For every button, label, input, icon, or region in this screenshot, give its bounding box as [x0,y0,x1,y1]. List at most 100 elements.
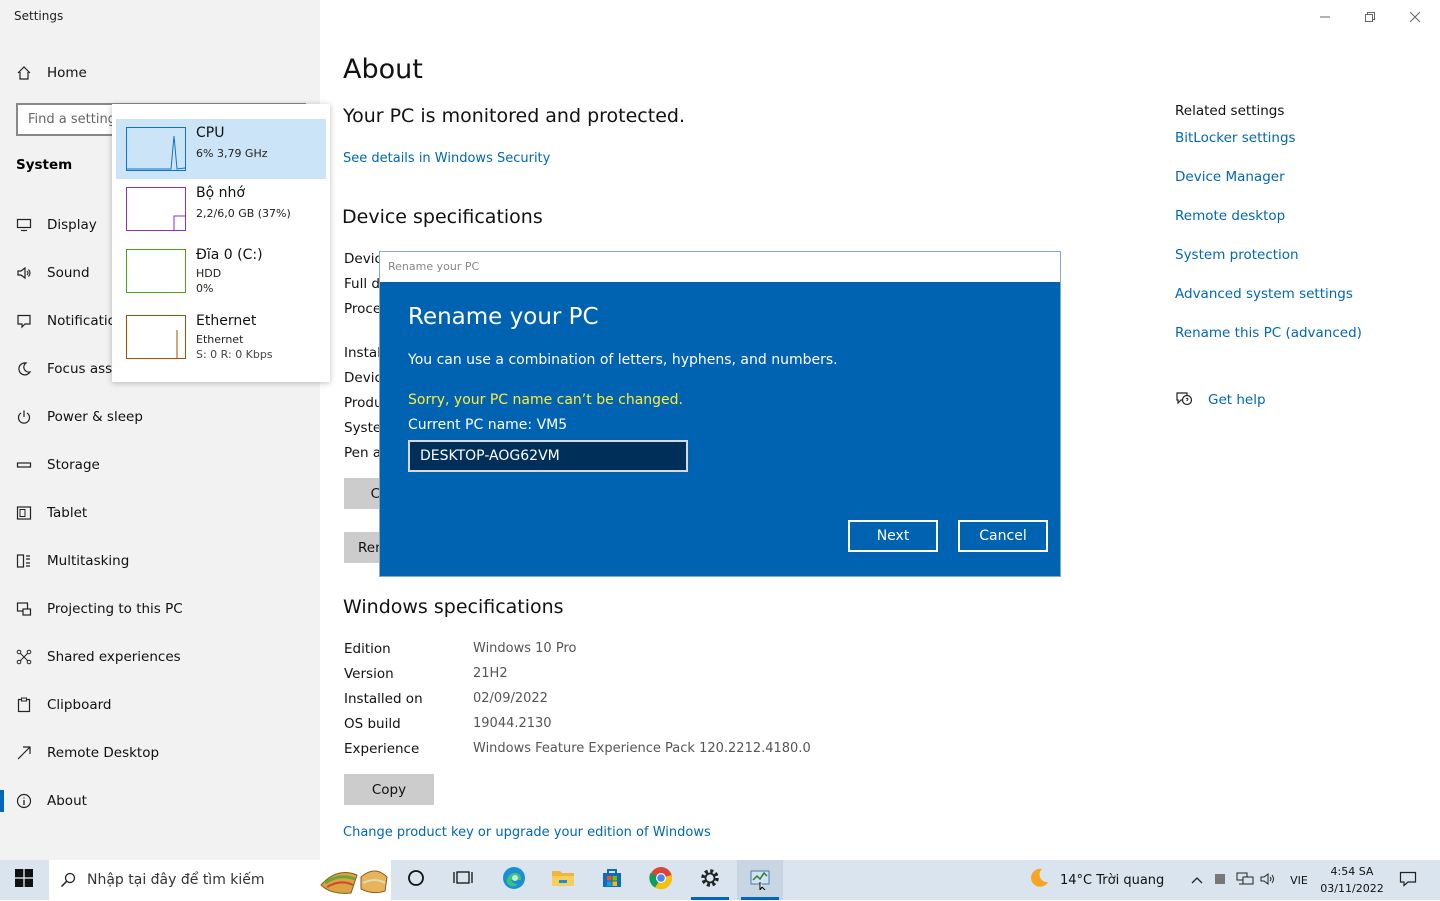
version-value: 21H2 [473,666,508,681]
sidebar-item-storage[interactable]: Storage [0,445,320,485]
close-icon[interactable] [1400,11,1430,23]
minimize-icon[interactable] [1310,11,1340,23]
multitasking-icon [0,553,47,569]
language-indicator[interactable]: VIE [1284,860,1314,900]
dialog-description: You can use a combination of letters, hy… [408,352,838,368]
device-spec-label: Full d [344,276,380,292]
action-center-button[interactable] [1392,860,1424,900]
task-manager-icon [748,866,772,894]
sidebar-item-about[interactable]: About [0,781,320,821]
installed-on-value: 02/09/2022 [473,691,548,706]
folder-icon [551,868,575,892]
installed-on-label: Installed on [344,691,423,707]
edition-value: Windows 10 Pro [473,641,577,656]
perf-item-name: Bộ nhớ [196,185,245,201]
product-key-link[interactable]: Change product key or upgrade your editi… [343,825,711,840]
help-icon [1175,390,1195,410]
sidebar-item-multitasking[interactable]: Multitasking [0,541,320,581]
perf-item-cpu[interactable]: CPU 6% 3,79 GHz [116,119,326,179]
dialog-error-message: Sorry, your PC name can’t be changed. [408,392,684,408]
clipboard-icon [0,697,47,713]
clock-date: 03/11/2022 [1320,882,1384,895]
store-icon [601,867,623,893]
perf-item-name: CPU [196,125,225,141]
rename-pc-advanced-link[interactable]: Rename this PC (advanced) [1175,325,1362,341]
sidebar-item-label: Tablet [47,505,88,521]
tray-app-icon[interactable] [1210,860,1230,900]
bitlocker-link[interactable]: BitLocker settings [1175,130,1296,146]
settings-taskbar-button[interactable] [687,860,733,900]
device-copy-button[interactable]: C [344,478,380,509]
window-controls [1310,6,1430,28]
sidebar-item-clipboard[interactable]: Clipboard [0,685,320,725]
next-button[interactable]: Next [848,520,938,552]
search-placeholder: Nhập tại đây để tìm kiếm [87,872,265,888]
perf-item-ethernet[interactable]: Ethernet Ethernet S: 0 R: 0 Kbps [116,307,326,367]
moon-weather-icon [1028,867,1050,893]
windows-security-link[interactable]: See details in Windows Security [343,151,550,166]
task-view-button[interactable] [440,860,486,900]
sidebar-item-tablet[interactable]: Tablet [0,493,320,533]
edge-button[interactable] [491,860,537,900]
sidebar-item-home[interactable]: Home [0,53,320,93]
perf-item-disk[interactable]: Đĩa 0 (C:) HDD 0% [116,241,326,301]
system-protection-link[interactable]: System protection [1175,247,1299,263]
network-button[interactable] [1233,860,1257,900]
taskbar-clock[interactable]: 4:54 SA 03/11/2022 [1316,863,1388,897]
chrome-icon [649,866,673,894]
sidebar-item-label: Remote Desktop [47,745,160,761]
store-button[interactable] [589,860,635,900]
start-button[interactable] [0,860,48,900]
cortana-icon [407,869,425,891]
sidebar-item-projecting[interactable]: Projecting to this PC [0,589,320,629]
device-manager-link[interactable]: Device Manager [1175,169,1285,185]
sidebar-item-power-sleep[interactable]: Power & sleep [0,397,320,437]
sidebar-item-shared-experiences[interactable]: Shared experiences [0,637,320,677]
tablet-icon [0,505,47,521]
rename-dialog: Rename your PC Rename your PC You can us… [379,251,1061,577]
perf-item-detail: HDD [196,267,222,280]
perf-item-detail: 0% [196,282,214,295]
device-spec-label: Install [344,345,380,361]
perf-item-memory[interactable]: Bộ nhớ 2,2/6,0 GB (37%) [116,179,326,239]
version-label: Version [344,666,394,682]
device-spec-label: Devic [344,370,380,386]
edge-icon [502,866,526,894]
rename-pc-button[interactable]: Ren [344,532,384,563]
task-manager-button[interactable] [737,860,783,900]
chrome-button[interactable] [638,860,684,900]
device-spec-label: Produ [344,395,380,411]
sidebar-item-label: Multitasking [47,553,130,569]
taskbar-search-box[interactable]: Nhập tại đây để tìm kiếm [49,860,391,900]
show-hidden-icons-button[interactable] [1186,860,1208,900]
copy-button[interactable]: Copy [344,774,434,805]
cancel-button[interactable]: Cancel [958,520,1048,552]
sidebar-item-label: Focus assist [47,361,117,377]
moon-icon [0,361,47,377]
remote-desktop-link[interactable]: Remote desktop [1175,208,1285,224]
weather-widget[interactable]: 14°C Trời quang [1028,860,1164,900]
pc-name-input[interactable]: DESKTOP-AOG62VM [408,440,688,472]
sidebar-item-label: Shared experiences [47,649,181,665]
experience-value: Windows Feature Experience Pack 120.2212… [473,741,811,756]
file-explorer-button[interactable] [540,860,586,900]
taskbar: Nhập tại đây để tìm kiếm 14°C Trời quang… [0,860,1440,900]
monitor-icon [0,217,47,233]
speaker-icon [0,265,47,281]
info-icon [0,793,47,809]
power-icon [0,409,47,425]
volume-button[interactable] [1257,860,1279,900]
perf-item-detail: 2,2/6,0 GB (37%) [196,207,291,220]
storage-icon [0,457,47,473]
protection-status: Your PC is monitored and protected. [343,105,685,127]
get-help-link[interactable]: Get help [1208,392,1266,408]
sidebar-item-remote-desktop[interactable]: Remote Desktop [0,733,320,773]
gear-icon [699,867,721,893]
app-title: Settings [14,9,64,23]
cortana-button[interactable] [393,860,439,900]
device-specifications-heading: Device specifications [342,206,543,228]
perf-item-detail: 6% 3,79 GHz [196,147,268,160]
weather-text: 14°C Trời quang [1060,872,1165,888]
advanced-system-settings-link[interactable]: Advanced system settings [1175,286,1353,302]
restore-icon[interactable] [1355,11,1385,23]
